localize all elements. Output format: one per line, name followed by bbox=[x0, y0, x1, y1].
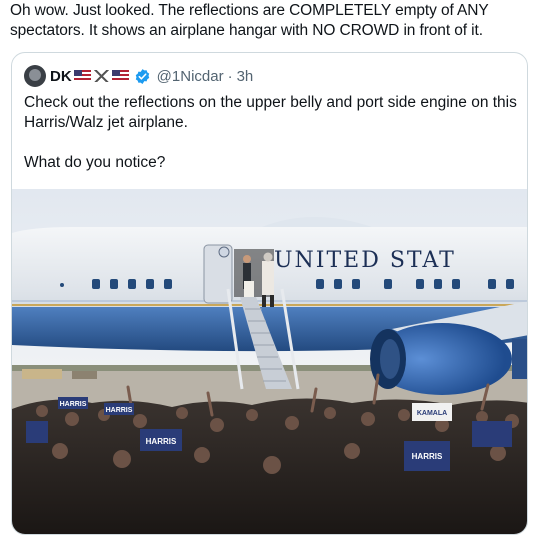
author-name[interactable]: DK bbox=[50, 68, 72, 85]
us-flag-icon bbox=[73, 70, 91, 82]
svg-text:HARRIS: HARRIS bbox=[106, 407, 133, 414]
quoted-tweet-card[interactable]: DK @1Nicdar · 3h Check out the reflectio… bbox=[11, 52, 528, 535]
airplane-lettering: UNITED STAT bbox=[274, 248, 456, 273]
svg-text:HARRIS: HARRIS bbox=[60, 401, 87, 408]
svg-text:KAMALA: KAMALA bbox=[417, 410, 447, 417]
quoted-tweet-paragraph: What do you notice? bbox=[24, 154, 166, 171]
avatar[interactable] bbox=[24, 65, 46, 87]
presidential-seal bbox=[218, 246, 230, 258]
verified-badge-icon bbox=[135, 68, 149, 84]
tweet-photo[interactable]: UNITED STAT HARRIS HARRIS HARRIS KAMALA … bbox=[12, 189, 528, 535]
us-flag-icon bbox=[111, 70, 129, 82]
quoted-tweet-body: Check out the reflections on the upper b… bbox=[24, 93, 518, 173]
separator-dot: · bbox=[227, 67, 233, 85]
tweet-text: Oh wow. Just looked. The reflections are… bbox=[10, 2, 489, 39]
quoted-tweet-header: DK @1Nicdar · 3h bbox=[24, 64, 253, 88]
mountain-icon bbox=[92, 70, 110, 82]
svg-text:HARRIS: HARRIS bbox=[412, 452, 443, 461]
quoted-tweet-paragraph: Check out the reflections on the upper b… bbox=[24, 94, 517, 131]
timestamp[interactable]: 3h bbox=[237, 68, 254, 85]
svg-text:HARRIS: HARRIS bbox=[146, 437, 177, 446]
author-handle[interactable]: @1Nicdar bbox=[157, 68, 224, 85]
